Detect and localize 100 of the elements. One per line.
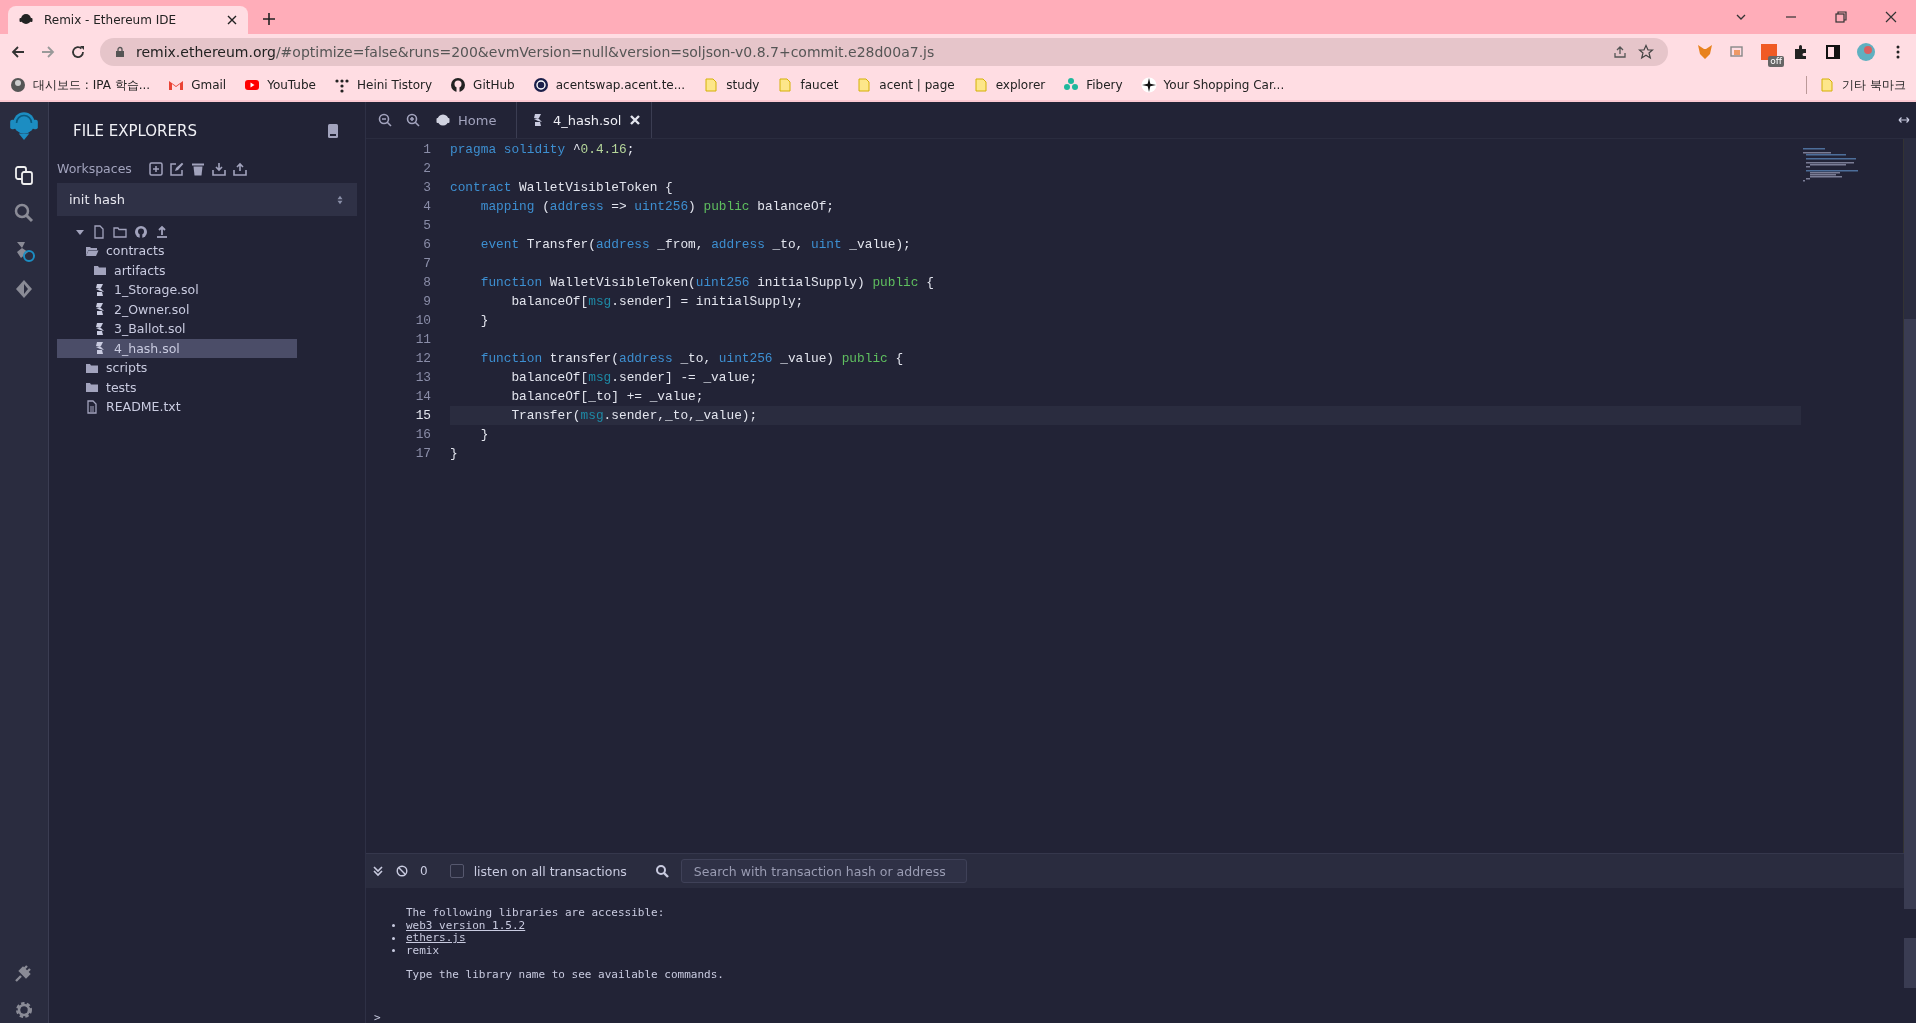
extension-badge: off <box>1768 56 1784 67</box>
bookmark[interactable]: 대시보드 : IPA 학습... <box>10 76 151 94</box>
add-icon[interactable] <box>148 161 163 176</box>
download-icon[interactable] <box>211 161 226 176</box>
ring-icon <box>532 77 549 93</box>
editor-tab[interactable]: 4_hash.sol <box>517 102 653 138</box>
library-name: remix <box>406 944 440 957</box>
tree-item[interactable]: contracts <box>57 241 297 261</box>
bookmark[interactable]: study <box>703 77 760 93</box>
reload-icon[interactable] <box>70 44 86 60</box>
remix-logo-icon <box>436 113 450 127</box>
code-line: function WalletVisibleToken(uint256 initialSupply) public { <box>479 275 934 290</box>
solidity-icon <box>93 341 107 356</box>
book-icon[interactable] <box>325 123 341 139</box>
code-line: mapping (address => uint256) public balanceOf; <box>479 199 834 214</box>
bookmark[interactable]: acent | page <box>856 77 955 93</box>
bookmark[interactable]: Your Shopping Car... <box>1140 77 1285 93</box>
panel-title: FILE EXPLORERS <box>73 122 197 140</box>
bookmark[interactable]: GitHub <box>450 77 515 93</box>
solidity-icon <box>93 321 107 336</box>
tree-item[interactable]: artifacts <box>57 260 297 280</box>
clear-icon[interactable] <box>396 865 408 877</box>
sparkle-icon <box>1140 77 1157 93</box>
code-line: } <box>450 446 458 461</box>
code-line: balanceOf[msg.sender] -= _value; <box>510 370 758 385</box>
folder-icon <box>777 77 794 93</box>
tree-item[interactable]: 3_Ballot.sol <box>57 319 297 339</box>
workspaces-label: Workspaces <box>57 161 132 176</box>
bookmark[interactable]: explorer <box>972 77 1046 93</box>
tree-item[interactable]: 2_Owner.sol <box>57 299 297 319</box>
search-icon <box>654 864 669 878</box>
code-line: event Transfer(address _from, address _to, uint _value); <box>479 237 911 252</box>
terminal-text: Type the library name to see available commands. <box>406 969 725 982</box>
code-line: balanceOf[msg.sender] = initialSupply; <box>510 294 804 309</box>
workspace-select[interactable]: init hash <box>57 183 357 216</box>
back-icon[interactable] <box>10 44 26 60</box>
library-link[interactable]: web3 version 1.5.2 <box>406 919 526 932</box>
zoom-out-icon[interactable] <box>378 113 392 127</box>
upload-icon[interactable] <box>232 161 247 176</box>
close-icon[interactable] <box>1884 10 1898 24</box>
new-tab-icon[interactable] <box>262 12 276 26</box>
folder-icon <box>856 77 873 93</box>
star-icon[interactable] <box>1638 44 1654 60</box>
solidity-icon <box>93 282 107 297</box>
tree-item[interactable]: scripts <box>57 358 297 378</box>
tree-item[interactable]: tests <box>57 377 297 397</box>
new-folder-icon[interactable] <box>113 225 127 239</box>
search-field[interactable]: Search with transaction hash or address <box>680 859 967 883</box>
bookmark[interactable]: acentswap.acent.te... <box>532 77 686 93</box>
deploy-icon[interactable] <box>13 278 35 300</box>
url-text: remix.ethereum.org/#optimize=false&runs=200&evmVersion=null&version=soljson-v0.8.7+commit.e28d00a7.js <box>136 44 935 60</box>
bookmark[interactable]: Fibery <box>1063 77 1123 93</box>
settings-icon[interactable] <box>13 999 35 1021</box>
edit-icon[interactable] <box>169 161 184 176</box>
solidity-icon <box>93 302 107 317</box>
folder-icon <box>703 77 720 93</box>
new-file-icon[interactable] <box>92 225 106 239</box>
zoom-in-icon[interactable] <box>406 113 420 127</box>
prompt-symbol: > <box>374 1012 382 1023</box>
tree-item[interactable]: 4_hash.sol <box>57 338 297 358</box>
editor-tab[interactable]: Home <box>422 102 517 138</box>
tree-item[interactable]: 1_Storage.sol <box>57 280 297 300</box>
dots-icon <box>333 77 350 93</box>
checkbox[interactable] <box>449 864 464 878</box>
scrollbar-thumb[interactable] <box>1904 319 1916 909</box>
address-bar[interactable]: remix.ethereum.org/#optimize=false&runs=200&evmVersion=null&version=soljson-v0.8.7+commit.e28d00a7.js <box>100 38 1668 66</box>
close-icon[interactable] <box>226 14 238 26</box>
code-line: Transfer(msg.sender,_to,_value); <box>510 408 758 423</box>
bookmark[interactable]: 기타 북마크 <box>1819 76 1906 94</box>
github-icon <box>450 77 467 93</box>
folder-icon <box>85 380 99 395</box>
bookmark[interactable]: YouTube <box>244 77 316 93</box>
side-panel-icon[interactable] <box>1824 43 1842 61</box>
bookmark[interactable]: faucet <box>777 77 839 93</box>
folder-icon <box>972 77 989 93</box>
library-link[interactable]: ethers.js <box>406 932 466 945</box>
folder-icon <box>1819 77 1836 93</box>
restore-icon[interactable] <box>1834 10 1848 24</box>
tree-item[interactable]: README.txt <box>57 397 297 417</box>
sort-caret-icon <box>335 194 345 205</box>
browser-tab[interactable]: Remix - Ethereum IDE <box>8 6 248 34</box>
search-icon[interactable] <box>13 202 35 224</box>
files-icon[interactable] <box>13 164 35 186</box>
upload-icon[interactable] <box>155 225 169 239</box>
code-line: pragma solidity ^0.4.16; <box>450 142 635 157</box>
collapse-icon[interactable] <box>372 865 384 877</box>
share-icon[interactable] <box>1612 44 1628 60</box>
trash-icon[interactable] <box>190 161 205 176</box>
bookmark[interactable]: Gmail <box>168 77 227 93</box>
code-line: contract WalletVisibleToken { <box>450 180 673 195</box>
bookmark[interactable]: Heini Tistory <box>333 77 433 93</box>
code-line: balanceOf[_to] += _value; <box>510 389 704 404</box>
lock-icon <box>114 46 126 58</box>
profile-avatar-icon[interactable] <box>1856 42 1876 62</box>
scrollbar-thumb[interactable] <box>1904 938 1916 988</box>
caret-icon[interactable] <box>75 227 85 237</box>
github-icon[interactable] <box>134 225 148 239</box>
terminal-text: The following libraries are accessible: <box>406 907 666 920</box>
pending-count: 0 <box>420 864 428 878</box>
solidity-icon <box>531 113 545 127</box>
